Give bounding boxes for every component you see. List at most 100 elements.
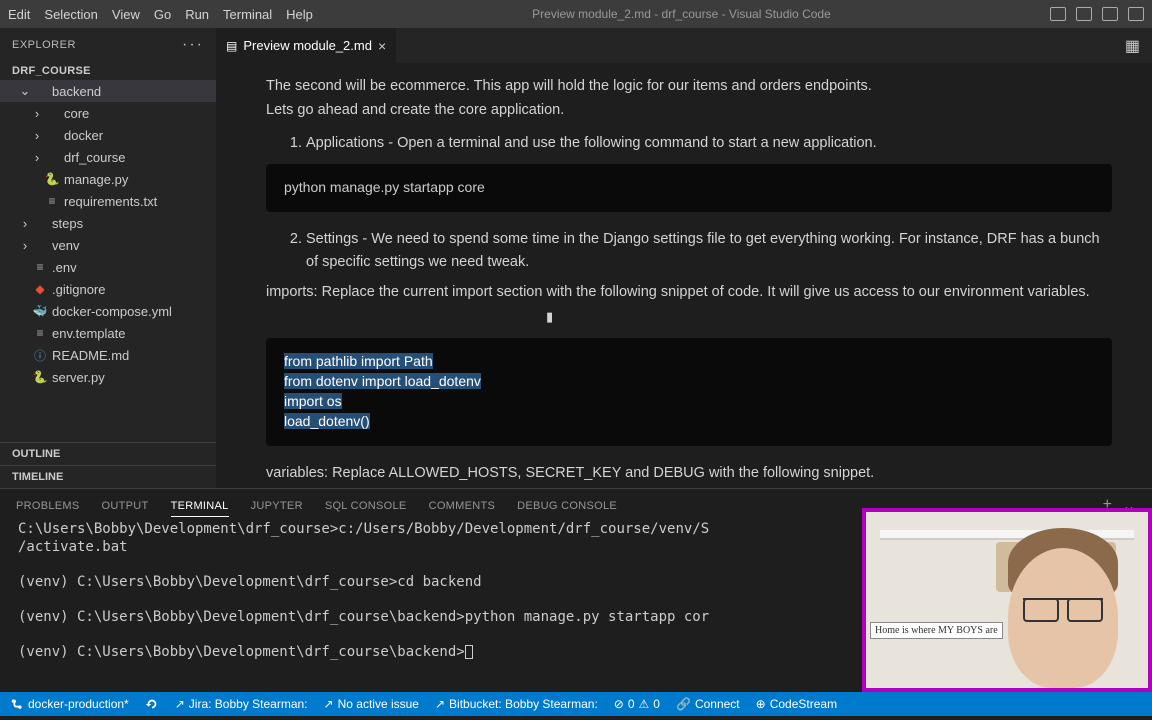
panel-tab-output[interactable]: OUTPUT: [102, 496, 149, 516]
tree-item-label: README.md: [52, 348, 129, 363]
tree-item--env[interactable]: ≡ .env: [0, 256, 216, 278]
editor-tabs: ▤ Preview module_2.md × ▦: [216, 28, 1152, 63]
status-bar: docker-production* ↗ Jira: Bobby Stearma…: [0, 692, 1152, 716]
codestream-label: CodeStream: [770, 697, 837, 711]
menu-view[interactable]: View: [112, 7, 140, 22]
editor-area: ▤ Preview module_2.md × ▦ The second wil…: [216, 28, 1152, 488]
tree-item-label: backend: [52, 84, 101, 99]
tree-item-label: docker-compose.yml: [52, 304, 172, 319]
errors-warnings-status[interactable]: ⊘0 ⚠0: [614, 697, 660, 711]
panel-tab-debug-console[interactable]: DEBUG CONSOLE: [517, 496, 617, 516]
error-count: 0: [628, 697, 635, 711]
tree-item-venv[interactable]: venv: [0, 234, 216, 256]
tree-item-label: manage.py: [64, 172, 128, 187]
file-icon: ≡: [32, 326, 48, 340]
py-icon: 🐍: [32, 370, 48, 384]
error-icon: ⊘: [614, 697, 624, 711]
tree-item-requirements-txt[interactable]: ≡requirements.txt: [0, 190, 216, 212]
bitbucket-label: Bitbucket: Bobby Stearman:: [449, 697, 598, 711]
window-title: Preview module_2.md - drf_course - Visua…: [532, 7, 831, 21]
split-editor-icon[interactable]: ▦: [1125, 36, 1140, 56]
explorer-title: EXPLORER: [12, 39, 76, 51]
tree-item-steps[interactable]: steps: [0, 212, 216, 234]
code-block[interactable]: python manage.py startapp core: [266, 164, 1112, 212]
layout-sidebar-icon[interactable]: [1102, 7, 1118, 21]
file-icon: ≡: [32, 260, 48, 274]
chevron-icon: [30, 128, 44, 143]
warning-icon: ⚠: [639, 697, 650, 711]
code-text: python manage.py startapp core: [284, 179, 485, 195]
tab-label: Preview module_2.md: [243, 38, 372, 53]
chevron-icon: [18, 83, 32, 99]
tree-item-backend[interactable]: backend: [0, 80, 216, 102]
git-icon: ◆: [32, 282, 48, 296]
tree-item-label: steps: [52, 216, 83, 231]
tree-item-label: requirements.txt: [64, 194, 157, 209]
webcam-overlay: Home is where MY BOYS are: [862, 508, 1152, 692]
git-branch-status[interactable]: docker-production*: [10, 697, 129, 711]
layout-customize-icon[interactable]: [1128, 7, 1144, 21]
sync-status[interactable]: [145, 697, 159, 711]
menu-go[interactable]: Go: [154, 7, 171, 22]
tab-preview-module2[interactable]: ▤ Preview module_2.md ×: [216, 28, 396, 63]
timeline-section[interactable]: TIMELINE: [0, 465, 216, 488]
code-selection: import os: [284, 393, 342, 409]
warning-count: 0: [653, 697, 660, 711]
chevron-icon: [18, 216, 32, 231]
tree-item-label: docker: [64, 128, 103, 143]
menu-terminal[interactable]: Terminal: [223, 7, 272, 22]
jira-status[interactable]: ↗ Jira: Bobby Stearman:: [175, 697, 308, 711]
code-selection: from pathlib import Path: [284, 353, 433, 369]
wall-sign: Home is where MY BOYS are: [870, 622, 1003, 639]
menu-bar: Edit Selection View Go Run Terminal Help…: [0, 0, 1152, 28]
layout-panel-icon[interactable]: [1076, 7, 1092, 21]
panel-tab-jupyter[interactable]: JUPYTER: [251, 496, 303, 516]
panel-tab-sql-console[interactable]: SQL CONSOLE: [325, 496, 407, 516]
chevron-icon: [30, 106, 44, 121]
tree-item-env-template[interactable]: ≡env.template: [0, 322, 216, 344]
terminal-cursor: [465, 645, 473, 659]
tree-item-readme-md[interactable]: ⓘREADME.md: [0, 344, 216, 366]
menu-edit[interactable]: Edit: [8, 7, 30, 22]
panel-tab-comments[interactable]: COMMENTS: [429, 496, 496, 516]
issue-label: No active issue: [338, 697, 419, 711]
jira-issue-status[interactable]: ↗ No active issue: [324, 697, 419, 711]
bitbucket-status[interactable]: ↗ Bitbucket: Bobby Stearman:: [435, 697, 598, 711]
tree-item-label: .gitignore: [52, 282, 105, 297]
paragraph: imports: Replace the current import sect…: [266, 281, 1112, 303]
explorer-sidebar: EXPLORER ··· DRF_COURSE backend core docke…: [0, 28, 216, 488]
jira-label: Jira: Bobby Stearman:: [189, 697, 308, 711]
menu-selection[interactable]: Selection: [44, 7, 97, 22]
chevron-icon: [30, 150, 44, 165]
panel-tab-terminal[interactable]: TERMINAL: [171, 496, 229, 517]
tree-item-core[interactable]: core: [0, 102, 216, 124]
branch-icon: [10, 697, 24, 711]
outline-section[interactable]: OUTLINE: [0, 442, 216, 465]
codestream-status[interactable]: ⊕ CodeStream: [756, 697, 837, 711]
py-icon: 🐍: [44, 172, 60, 186]
tree-item-label: .env: [52, 260, 77, 275]
layout-toggle-icon[interactable]: [1050, 7, 1066, 21]
connect-label: Connect: [695, 697, 740, 711]
explorer-more-icon[interactable]: ···: [182, 36, 204, 54]
tree-item--gitignore[interactable]: ◆ .gitignore: [0, 278, 216, 300]
code-block-selected[interactable]: from pathlib import Path from dotenv imp…: [266, 338, 1112, 446]
docker-icon: 🐳: [32, 304, 48, 318]
connect-status[interactable]: 🔗 Connect: [676, 697, 740, 711]
list-item: Settings - We need to spend some time in…: [306, 228, 1112, 273]
tree-item-drf-course[interactable]: drf_course: [0, 146, 216, 168]
tree-item-manage-py[interactable]: 🐍 manage.py: [0, 168, 216, 190]
menu-run[interactable]: Run: [185, 7, 209, 22]
chevron-icon: [18, 238, 32, 253]
panel-tab-problems[interactable]: PROBLEMS: [16, 496, 80, 516]
tree-item-label: venv: [52, 238, 79, 253]
tree-item-docker-compose-yml[interactable]: 🐳 docker-compose.yml: [0, 300, 216, 322]
menu-help[interactable]: Help: [286, 7, 313, 22]
explorer-root[interactable]: DRF_COURSE: [0, 62, 216, 80]
tree-item-docker[interactable]: docker: [0, 124, 216, 146]
tree-item-label: server.py: [52, 370, 105, 385]
markdown-preview-icon: ▤: [226, 39, 237, 53]
markdown-preview[interactable]: The second will be ecommerce. This app w…: [216, 63, 1152, 488]
tree-item-server-py[interactable]: 🐍 server.py: [0, 366, 216, 388]
close-tab-icon[interactable]: ×: [378, 38, 386, 54]
